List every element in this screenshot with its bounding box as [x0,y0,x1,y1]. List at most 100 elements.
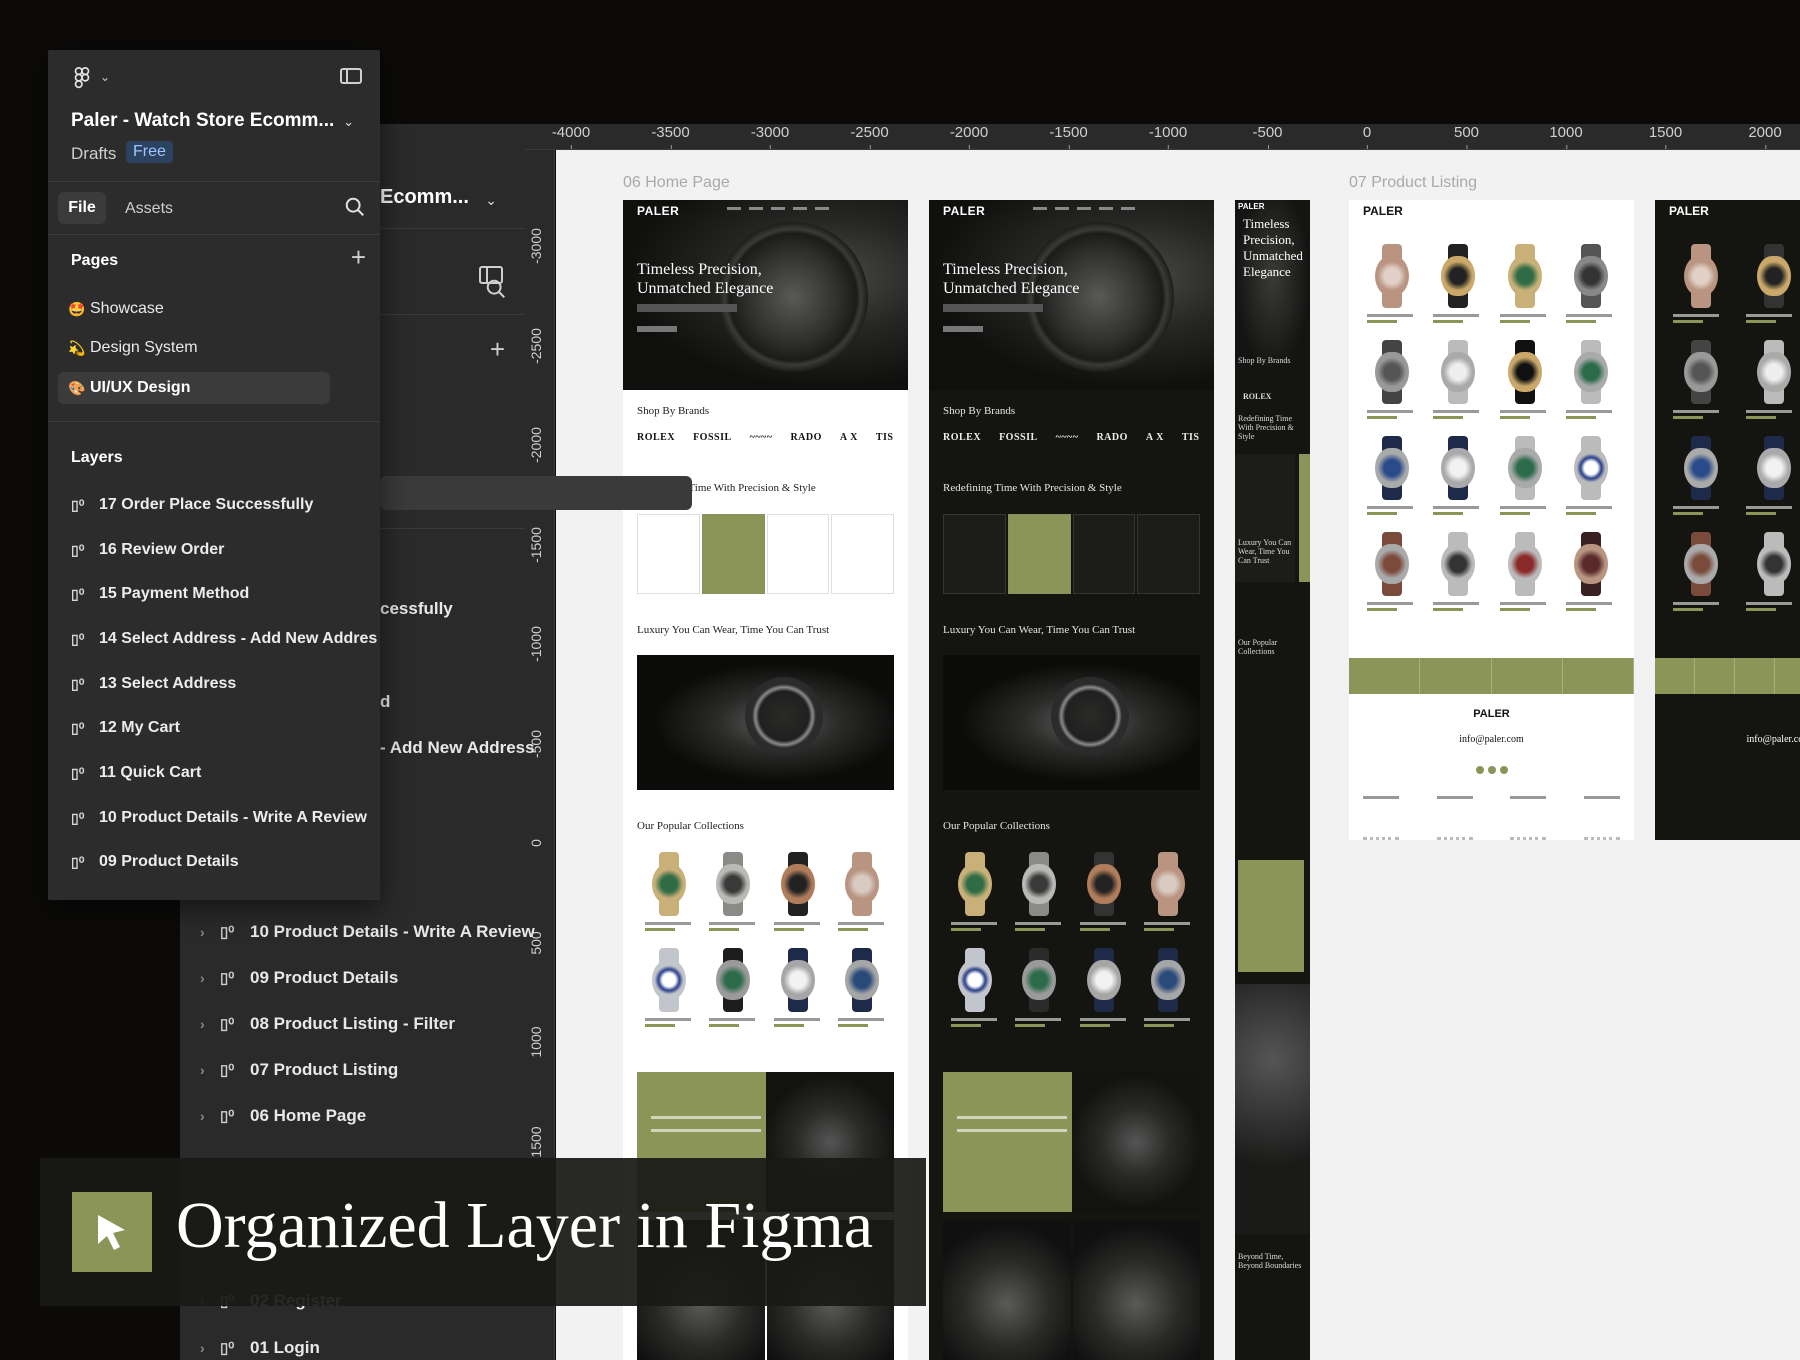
ruler-tick: -1500 [1049,124,1088,149]
mobile-gallery [1235,984,1310,1234]
layer-row[interactable]: ▯⁰ 16 Review Order [71,536,224,564]
page-uiux-design[interactable]: 🎨 UI/UX Design [58,372,330,404]
layer-label: 17 Order Place Successfully [99,496,314,513]
page-label: Design System [90,339,198,356]
ruler-tick: 0 [528,839,544,847]
brand-logo: PALER [1363,204,1403,218]
chevron-down-icon[interactable]: ⌄ [343,114,354,130]
layer-row[interactable]: ▯⁰ 11 Quick Cart [71,759,201,787]
ruler-tick: -2000 [949,124,989,149]
mobile-brand: PALER [1238,202,1265,211]
drafts-label[interactable]: Drafts [71,144,116,164]
frame-label-listing[interactable]: 07 Product Listing [1349,174,1477,192]
layer-row[interactable]: ▯⁰ 14 Select Address - Add New Addres [71,625,377,653]
listing-header: PALER [1655,200,1800,224]
ruler-tick: -1500 [528,526,544,563]
hero-button [943,326,983,332]
page-design-system[interactable]: 💫 Design System [58,332,330,364]
hero-button [637,326,677,332]
mobile-redefining: Redefining Time With Precision & Style [1238,414,1294,441]
layer-row[interactable]: › ▯⁰ 06 Home Page [200,1101,366,1131]
layer-fragment-1[interactable]: cessfully [380,599,453,619]
home-page-dark-frame[interactable]: PALER Timeless Precision, Unmatched Eleg… [929,200,1214,1360]
add-page-icon[interactable]: + [490,334,505,365]
page-showcase[interactable]: 🤩 Showcase [58,293,330,325]
ruler-horizontal: -4000 -3500 -3000 -2500 -2000 -1500 -1000 -500 0… [525,124,1800,150]
layer-row[interactable]: › ▯⁰ 08 Product Listing - Filter [200,1009,455,1039]
layer-label: 13 Select Address [99,675,237,692]
layer-fragment-2[interactable]: d [380,692,390,712]
section-shop-by-brands: Shop By Brands [637,405,710,417]
layer-row[interactable]: ▯⁰ 12 My Cart [71,714,180,742]
figma-logo-icon[interactable] [72,66,92,92]
frame-icon: ▯⁰ [220,1016,235,1033]
home-page-mobile-frame[interactable]: PALER Timeless Precision, Unmatched Eleg… [1235,200,1310,1360]
search-icon[interactable] [485,278,507,300]
product-listing-dark-frame[interactable]: PALER info@paler.com [1655,200,1800,840]
layer-label: 06 Home Page [250,1106,367,1125]
layer-label: 01 Login [250,1338,320,1357]
layer-row[interactable]: ▯⁰ 09 Product Details [71,848,239,876]
mobile-beyond: Beyond Time, Beyond Boundaries [1238,1252,1302,1270]
pages-heading: Pages [71,252,119,269]
ruler-tick: 0 [1362,124,1372,149]
tab-assets[interactable]: Assets [125,200,173,218]
layer-row[interactable]: ▯⁰ 17 Order Place Successfully [71,491,313,519]
panel-toggle-icon[interactable] [340,68,362,84]
mobile-promo [1238,860,1304,972]
layer-row[interactable]: ▯⁰ 15 Payment Method [71,580,249,608]
chevron-down-icon[interactable]: ⌄ [100,70,110,84]
frame-icon: ▯⁰ [220,924,235,941]
layer-row[interactable]: › ▯⁰ 09 Product Details [200,963,398,993]
section-luxury: Luxury You Can Wear, Time You Can Trust [943,624,1136,636]
file-name[interactable]: Paler - Watch Store Ecomm... [71,110,334,132]
layer-row[interactable]: › ▯⁰ 10 Product Details - Write A Review [200,917,535,947]
hero-subtext [637,304,737,312]
frame-label-home[interactable]: 06 Home Page [623,174,730,192]
brand-logo: PALER [943,204,986,218]
brand-ax: A X [1145,432,1164,443]
ruler-tick: -2500 [528,327,544,364]
ruler-tick: -3500 [651,124,690,149]
layer-row[interactable]: › ▯⁰ 07 Product Listing [200,1055,398,1085]
ruler-tick: -1000 [1148,124,1188,149]
page-label: UI/UX Design [90,379,191,396]
layer-label: 09 Product Details [250,968,399,987]
frame-icon: ▯⁰ [71,719,85,736]
plan-badge: Free [126,141,173,163]
listing-grid [1665,240,1800,624]
footer-email: info@paler.com [1746,734,1800,745]
benefits-band [1655,658,1800,694]
luxury-watch-image [637,655,894,790]
popular-grid [637,848,894,1040]
brand-rolex: ROLEX [637,432,676,443]
brand-rado: RADO [1096,432,1128,443]
product-listing-light-frame[interactable]: PALER PALER info@paler.com [1349,200,1634,840]
layers-heading: Layers [71,449,123,466]
ruler-tick: 1500 [528,1125,544,1158]
frame-icon: ▯⁰ [71,764,85,781]
layer-row[interactable]: ▯⁰ 13 Select Address [71,670,236,698]
layer-row[interactable]: ▯⁰ 10 Product Details - Write A Review [71,804,367,832]
chevron-down-icon[interactable]: ⌄ [485,192,497,209]
frame-icon: ▯⁰ [220,1108,235,1125]
brand-rado: RADO [790,432,822,443]
promo-section [943,1072,1200,1212]
feature-cards [637,514,894,594]
footer-email: info@paler.com [1459,734,1524,745]
brand-tissot: TIS [1181,432,1200,443]
ruler-tick: 2000 [1748,124,1782,149]
file-name-back[interactable]: Ecomm... [380,186,469,209]
selected-row [380,476,692,510]
layer-label: 16 Review Order [99,541,225,558]
hero-heading: Timeless Precision, Unmatched Elegance [637,261,774,297]
ruler-tick: 500 [1453,124,1480,149]
layer-row[interactable]: › ▯⁰ 01 Login [200,1333,320,1360]
layer-label: 08 Product Listing - Filter [250,1014,455,1033]
add-page-icon[interactable]: + [351,242,366,273]
layer-fragment-3[interactable]: - Add New Address [380,738,535,758]
layer-label: 07 Product Listing [250,1060,399,1079]
search-icon[interactable] [344,196,366,218]
tab-file[interactable]: File [58,192,106,224]
ruler-tick: 1500 [1648,124,1683,149]
